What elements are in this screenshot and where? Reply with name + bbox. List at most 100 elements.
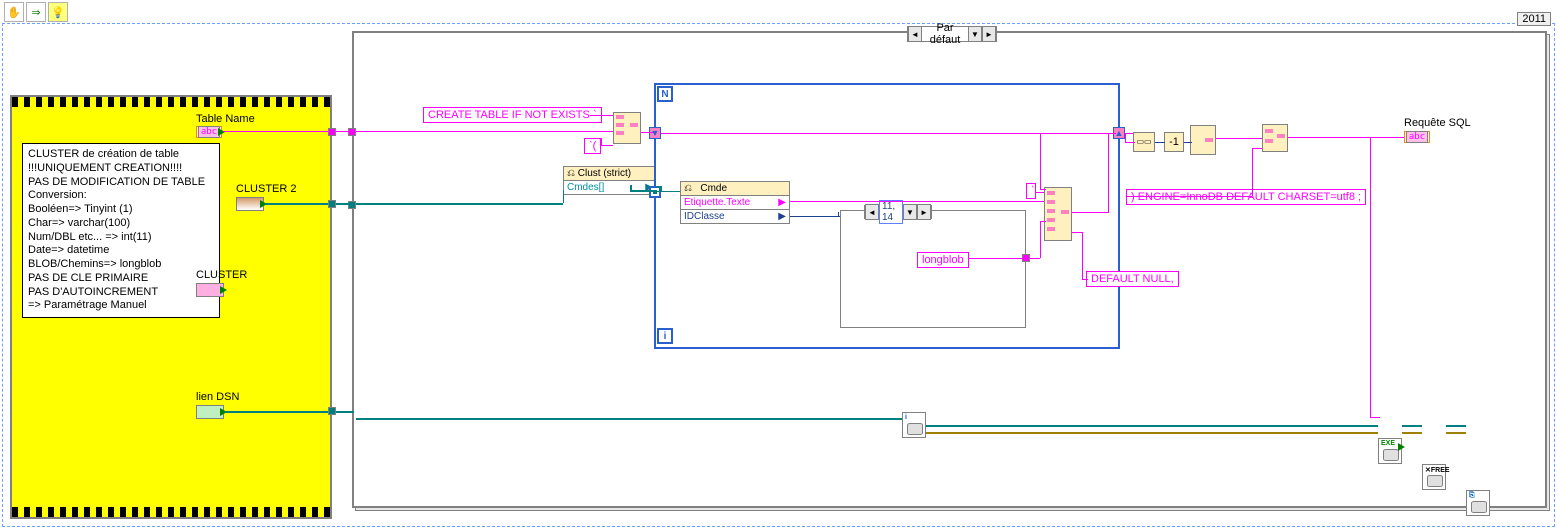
wire xyxy=(1370,417,1380,418)
output-arrow-icon xyxy=(218,128,225,136)
wire xyxy=(1370,137,1371,417)
wire xyxy=(790,201,1044,202)
output-arrow-icon xyxy=(220,286,227,294)
abc-string-icon: abc xyxy=(198,126,220,138)
wire xyxy=(641,132,653,133)
frame-tunnel-cluster xyxy=(328,200,336,208)
wire xyxy=(1108,133,1109,213)
comment-line: CLUSTER de création de table xyxy=(28,148,214,162)
wire xyxy=(590,115,613,116)
inner-case-next-button[interactable]: ► xyxy=(917,204,931,220)
decrement-node[interactable]: -1 xyxy=(1164,132,1184,152)
wire xyxy=(1184,142,1192,143)
wire xyxy=(601,145,613,146)
sql-output-terminal[interactable]: abc xyxy=(1404,131,1430,143)
wire xyxy=(968,258,1026,259)
case-selector[interactable]: ◄ Par défaut ▼ ► xyxy=(907,26,997,42)
dsn-terminal[interactable] xyxy=(196,405,224,419)
comment-box: CLUSTER de création de table !!!UNIQUEME… xyxy=(22,143,220,318)
db-close-node[interactable]: ⎘ xyxy=(1466,490,1490,516)
wire xyxy=(657,186,660,188)
wire xyxy=(1288,137,1404,138)
sql-output-label: Requête SQL xyxy=(1404,117,1471,129)
wire xyxy=(1216,138,1262,139)
wire xyxy=(1030,258,1040,259)
wire xyxy=(630,185,632,191)
wire xyxy=(838,212,839,217)
hand-tool-button[interactable]: ✋ xyxy=(4,2,24,22)
idclasse-item: IDClasse xyxy=(684,211,725,222)
case-selector-value: Par défaut xyxy=(922,22,968,46)
comment-line: PAS DE MODIFICATION DE TABLE xyxy=(28,176,214,190)
output-arrow-icon: ▶ xyxy=(778,211,786,222)
shift-register-left: ▼ xyxy=(649,127,661,139)
case-next-button[interactable]: ► xyxy=(982,26,996,42)
wire xyxy=(661,133,1116,134)
wire xyxy=(1155,142,1165,143)
final-concat-node[interactable] xyxy=(1262,124,1288,152)
comment-line: Date=> datetime xyxy=(28,244,214,258)
backtick-constant[interactable]: ` xyxy=(1026,183,1036,199)
wire xyxy=(1082,232,1083,279)
string-length-node[interactable]: ▭▭ xyxy=(1133,132,1155,152)
wire xyxy=(926,425,1378,427)
etiquette-item: Etiquette.Texte xyxy=(684,197,750,208)
wire xyxy=(926,432,1378,434)
wire xyxy=(1125,142,1135,143)
wire xyxy=(1072,232,1082,233)
comment-line: => Paramétrage Manuel xyxy=(28,299,214,313)
wire xyxy=(660,186,662,192)
comment-line: PAS D'AUTOINCREMENT xyxy=(28,286,214,300)
db-exe-node[interactable]: EXE xyxy=(1378,438,1402,464)
inner-case-structure xyxy=(840,210,1026,328)
wire xyxy=(1252,148,1253,196)
frame-tunnel-dsn xyxy=(328,407,336,415)
highlight-tool-button[interactable]: 💡 xyxy=(48,2,68,22)
paren-constant[interactable]: `( xyxy=(584,138,601,154)
loop-i-terminal: i xyxy=(657,328,673,344)
output-arrow-icon: ▶ xyxy=(778,197,786,208)
cluster2-label: CLUSTER 2 xyxy=(236,183,297,195)
case-prev-button[interactable]: ◄ xyxy=(908,26,922,42)
arrow-tool-button[interactable]: ⇒ xyxy=(26,2,46,22)
wire xyxy=(1402,432,1422,434)
db-info-node[interactable]: i xyxy=(902,412,926,438)
concat-parts-node[interactable] xyxy=(1044,187,1072,241)
cluster-terminal[interactable] xyxy=(196,283,224,297)
case-tunnel-string xyxy=(348,128,356,136)
loop-n-terminal: N xyxy=(657,86,673,102)
wire xyxy=(1125,133,1126,143)
wire xyxy=(630,190,654,192)
cmde-property-node[interactable]: ⎌ Cmde Etiquette.Texte ▶ IDClasse ▶ xyxy=(680,181,790,224)
cmde-header: ⎌ Cmde xyxy=(684,183,727,194)
wire xyxy=(563,190,564,203)
concat-string-node[interactable] xyxy=(613,112,641,144)
create-table-constant[interactable]: CREATE TABLE IF NOT EXISTS ` xyxy=(423,107,602,123)
table-name-terminal[interactable]: abc xyxy=(196,126,222,138)
wire xyxy=(1125,133,1133,134)
longblob-constant[interactable]: longblob xyxy=(917,252,969,268)
wire xyxy=(1402,425,1422,427)
comment-line: Char=> varchar(100) xyxy=(28,217,214,231)
wire xyxy=(1040,221,1041,258)
cluster-label: CLUSTER xyxy=(196,269,247,281)
inner-case-value: 11, 14 xyxy=(879,200,903,224)
string-subset-node[interactable] xyxy=(1190,125,1216,155)
wire xyxy=(1252,148,1262,149)
inner-case-dropdown-button[interactable]: ▼ xyxy=(903,204,917,220)
cmdes-item: Cmdes[] xyxy=(567,182,604,193)
cluster2-terminal[interactable] xyxy=(236,197,264,211)
engine-constant[interactable]: ) ENGINE=InnoDB DEFAULT CHARSET=utf8 ; xyxy=(1126,189,1366,205)
wire xyxy=(265,203,355,205)
inner-case-selector[interactable]: ◄ 11, 14 ▼ ► xyxy=(864,205,932,219)
comment-line: Booléen=> Tinyint (1) xyxy=(28,203,214,217)
inner-case-prev-button[interactable]: ◄ xyxy=(865,204,879,220)
db-free-node[interactable]: ✕FREE xyxy=(1422,464,1446,490)
case-dropdown-button[interactable]: ▼ xyxy=(968,26,982,42)
default-null-constant[interactable]: DEFAULT NULL, xyxy=(1086,271,1179,287)
table-name-label: Table Name xyxy=(196,113,255,125)
wire xyxy=(1040,133,1041,189)
wire xyxy=(1036,192,1044,193)
comment-line: Num/DBL etc... => int(11) xyxy=(28,231,214,245)
wire xyxy=(225,411,332,413)
